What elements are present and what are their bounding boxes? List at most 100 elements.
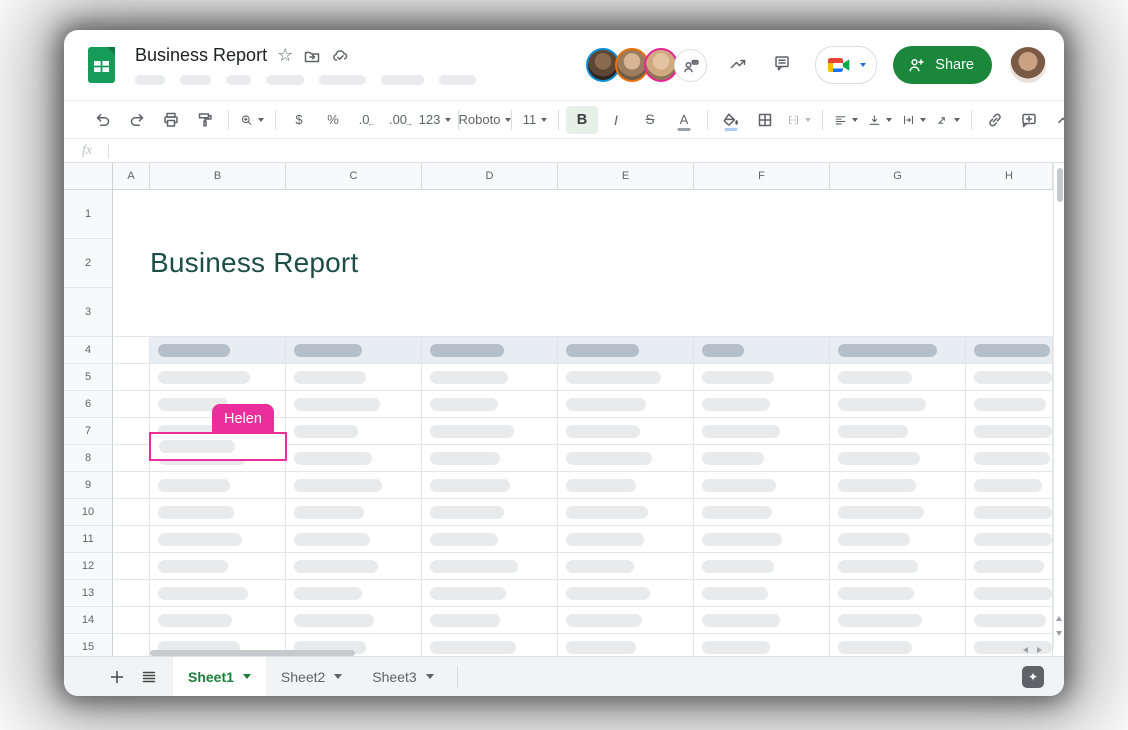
fill-color-button[interactable] [715, 106, 747, 134]
menu-item-placeholder[interactable] [135, 75, 165, 85]
decrease-decimal-places-button[interactable]: .0 ← [351, 106, 383, 134]
cell-A7[interactable] [113, 418, 150, 445]
row-header-8[interactable]: 8 [64, 445, 113, 472]
borders-button[interactable] [749, 106, 781, 134]
row-header-15[interactable]: 15 [64, 634, 113, 656]
cell-G11[interactable] [830, 526, 966, 553]
vertical-align-button[interactable] [864, 106, 896, 134]
row-header-14[interactable]: 14 [64, 607, 113, 634]
explore-button[interactable]: ✦ [1022, 665, 1044, 688]
cell-B13[interactable] [150, 580, 286, 607]
cell-G6[interactable] [830, 391, 966, 418]
menu-item-placeholder[interactable] [180, 75, 211, 85]
cell-G7[interactable] [830, 418, 966, 445]
cell-A9[interactable] [113, 472, 150, 499]
cell-E12[interactable] [558, 553, 694, 580]
collaborator-avatar[interactable] [644, 48, 679, 82]
cell-H13[interactable] [966, 580, 1053, 607]
horizontal-scrollbar-thumb[interactable] [150, 650, 355, 656]
cell-C13[interactable] [286, 580, 422, 607]
row-header-1[interactable]: 1 [64, 190, 113, 239]
cell-A14[interactable] [113, 607, 150, 634]
cell-G8[interactable] [830, 445, 966, 472]
paint-format-button[interactable] [189, 106, 221, 134]
zoom-button[interactable] [236, 106, 268, 134]
cell-G13[interactable] [830, 580, 966, 607]
font-size-button[interactable]: 11 [519, 106, 551, 134]
cell-H7[interactable] [966, 418, 1053, 445]
row-header-13[interactable]: 13 [64, 580, 113, 607]
column-header-C[interactable]: C [286, 163, 422, 190]
cell-C11[interactable] [286, 526, 422, 553]
cell-H9[interactable] [966, 472, 1053, 499]
cell-G14[interactable] [830, 607, 966, 634]
cell-A6[interactable] [113, 391, 150, 418]
format-as-percent-button[interactable]: % [317, 106, 349, 134]
share-button[interactable]: Share [893, 46, 992, 84]
cell-E5[interactable] [558, 364, 694, 391]
cell-F9[interactable] [694, 472, 830, 499]
row-header-3[interactable]: 3 [64, 288, 113, 337]
meet-call-button[interactable] [815, 46, 878, 84]
cell-F15[interactable] [694, 634, 830, 656]
presence-selected-cell[interactable] [149, 432, 287, 461]
cell-C7[interactable] [286, 418, 422, 445]
cell-E8[interactable] [558, 445, 694, 472]
column-header-D[interactable]: D [422, 163, 558, 190]
cell-E11[interactable] [558, 526, 694, 553]
cell-A13[interactable] [113, 580, 150, 607]
tab-sheet1[interactable]: Sheet1 [173, 656, 266, 696]
scroll-right-arrow[interactable] [1037, 647, 1042, 653]
row-header-6[interactable]: 6 [64, 391, 113, 418]
cell-D10[interactable] [422, 499, 558, 526]
move-to-folder-icon[interactable] [303, 47, 321, 65]
cell-A5[interactable] [113, 364, 150, 391]
tab-dropdown-caret[interactable] [334, 674, 343, 679]
cell-D7[interactable] [422, 418, 558, 445]
row-header-4[interactable]: 4 [64, 337, 113, 364]
cell-B5[interactable] [150, 364, 286, 391]
hide-menus-button[interactable] [1047, 106, 1064, 134]
select-all-corner[interactable] [64, 163, 113, 190]
cell-G10[interactable] [830, 499, 966, 526]
trending-chart-icon[interactable] [729, 54, 751, 76]
menu-item-placeholder[interactable] [381, 75, 424, 85]
sheet-title-cell[interactable]: Business Report [113, 190, 1053, 337]
cell-D14[interactable] [422, 607, 558, 634]
menu-item-placeholder[interactable] [319, 75, 366, 85]
scroll-down-arrow[interactable] [1056, 631, 1062, 636]
cell-D5[interactable] [422, 364, 558, 391]
cell-H6[interactable] [966, 391, 1053, 418]
print-button[interactable] [155, 106, 187, 134]
cell-G9[interactable] [830, 472, 966, 499]
tab-dropdown-caret[interactable] [425, 674, 434, 679]
format-as-currency-button[interactable]: $ [283, 106, 315, 134]
cell-C9[interactable] [286, 472, 422, 499]
cell-F13[interactable] [694, 580, 830, 607]
cell-F10[interactable] [694, 499, 830, 526]
cell-C6[interactable] [286, 391, 422, 418]
cell-C8[interactable] [286, 445, 422, 472]
cell-H5[interactable] [966, 364, 1053, 391]
cell-G4[interactable] [830, 337, 966, 364]
row-header-2[interactable]: 2 [64, 239, 113, 288]
cell-H8[interactable] [966, 445, 1053, 472]
cell-F4[interactable] [694, 337, 830, 364]
cell-A4[interactable] [113, 337, 150, 364]
cell-A10[interactable] [113, 499, 150, 526]
column-header-E[interactable]: E [558, 163, 694, 190]
column-header-A[interactable]: A [113, 163, 150, 190]
cell-F12[interactable] [694, 553, 830, 580]
italic-button[interactable]: I [600, 106, 632, 134]
cell-D6[interactable] [422, 391, 558, 418]
cell-E14[interactable] [558, 607, 694, 634]
cell-F7[interactable] [694, 418, 830, 445]
cell-C14[interactable] [286, 607, 422, 634]
text-rotation-button[interactable] [932, 106, 964, 134]
scroll-up-arrow[interactable] [1056, 616, 1062, 621]
cell-F8[interactable] [694, 445, 830, 472]
cell-E15[interactable] [558, 634, 694, 656]
follow-collaborators-icon[interactable] [674, 48, 708, 82]
undo-button[interactable] [87, 106, 119, 134]
user-avatar[interactable] [1010, 47, 1046, 83]
